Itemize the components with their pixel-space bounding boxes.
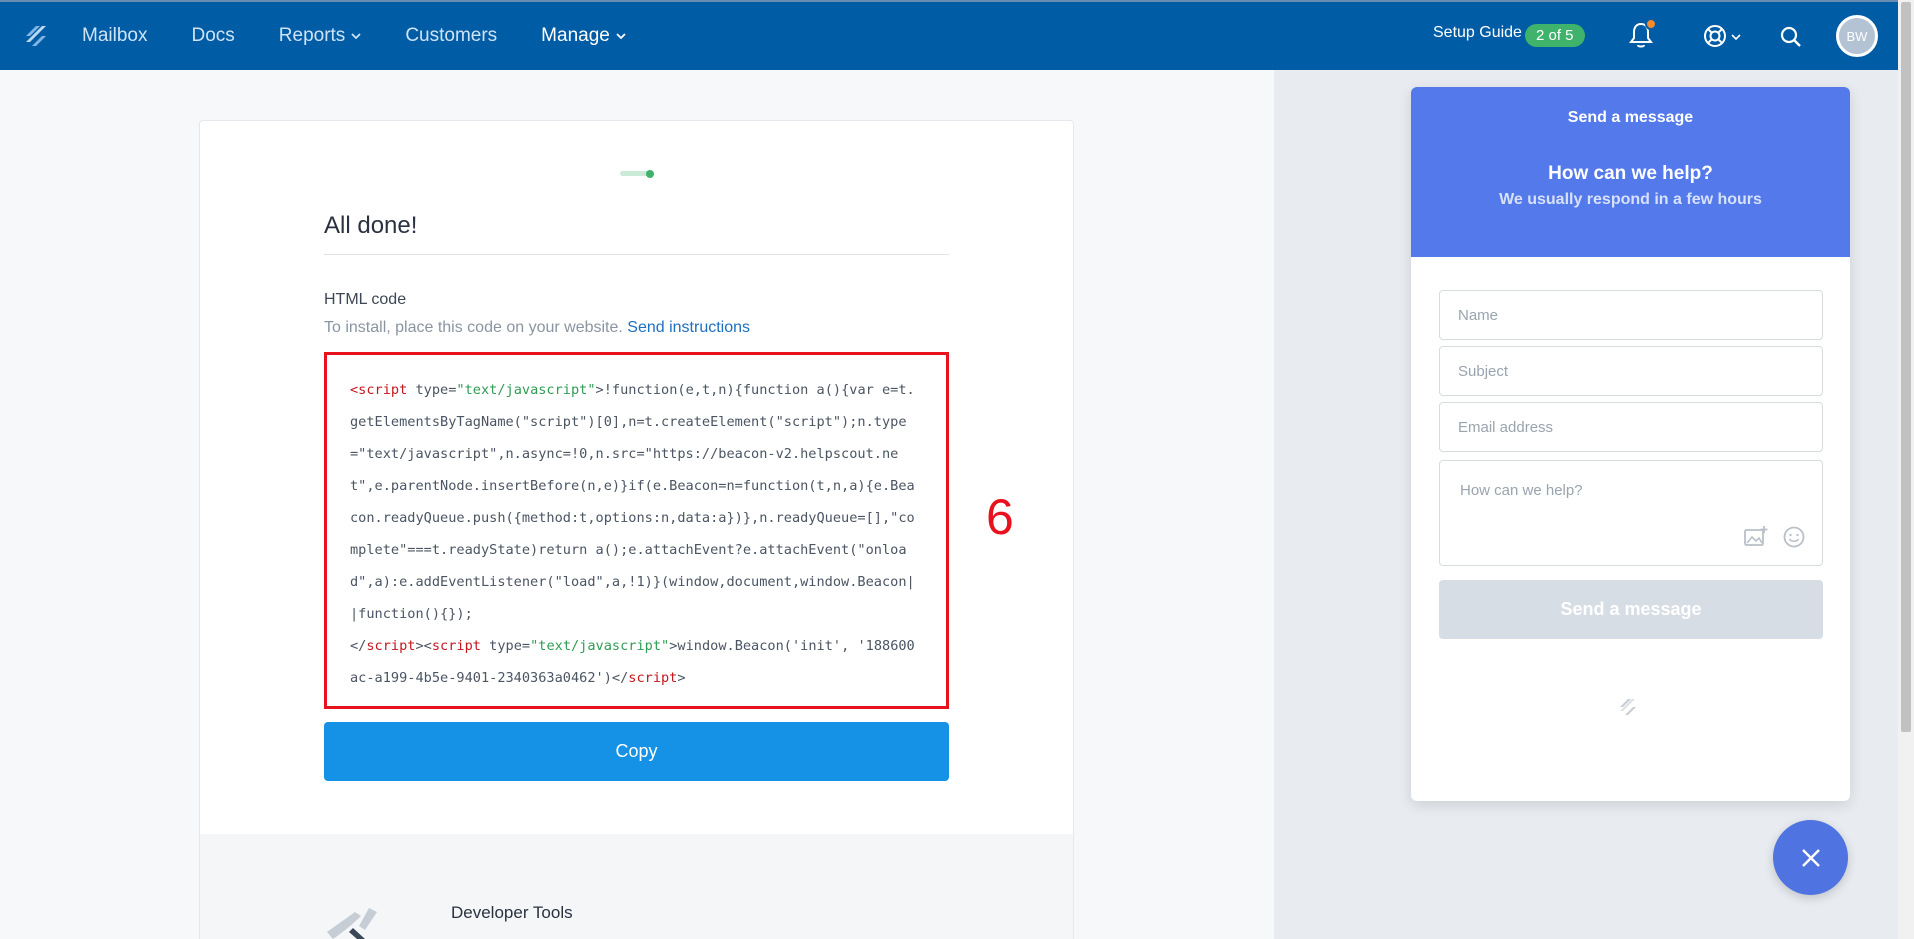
developer-tools-icon — [327, 908, 377, 939]
scrollbar-thumb[interactable] — [1901, 2, 1911, 732]
title-divider — [324, 254, 949, 255]
notification-dot — [1645, 18, 1657, 30]
code-token: t",e.parentNode.insertBefore(n,e)}if(e.B… — [350, 478, 915, 494]
install-hint-text: To install, place this code on your webs… — [324, 319, 623, 336]
emoji-icon[interactable] — [1783, 526, 1805, 548]
code-token: script — [628, 670, 678, 686]
code-line: getElementsByTagName("script")[0],n=t.cr… — [350, 406, 924, 438]
code-token: script — [431, 638, 481, 654]
code-token: <script — [350, 382, 408, 398]
code-token: > — [677, 670, 686, 686]
code-line: mplete"===t.readyState)return a();e.atta… — [350, 534, 924, 566]
main-nav: Mailbox Docs Reports Customers Manage — [82, 2, 670, 70]
code-token: mplete"===t.readyState)return a();e.atta… — [350, 542, 907, 558]
install-hint: To install, place this code on your webs… — [324, 319, 750, 337]
nav-mailbox-label: Mailbox — [82, 25, 148, 46]
code-token: ="text/javascript",n.async=!0,n.src="htt… — [350, 446, 899, 462]
code-token: >window.Beacon('init', '188600 — [669, 638, 915, 654]
beacon-widget: Send a message How can we help? We usual… — [1411, 87, 1850, 801]
code-token: ac-a199-4b5e-9401-2340363a0462')</ — [350, 670, 629, 686]
nav-customers[interactable]: Customers — [405, 25, 497, 47]
html-code-box[interactable]: <script type="text/javascript">!function… — [324, 352, 949, 709]
code-token: d",a):e.addEventListener("load",a,!1)}(w… — [350, 574, 915, 590]
add-image-icon[interactable] — [1744, 525, 1768, 547]
nav-reports-label: Reports — [278, 25, 346, 46]
code-token: "text/javascript" — [530, 638, 670, 654]
code-line: con.readyQueue.push({method:t,options:n,… — [350, 502, 924, 534]
nav-manage-label: Manage — [541, 25, 610, 46]
code-token: >!function(e,t,n){function a(){var e=t. — [595, 382, 915, 398]
avatar[interactable]: BW — [1836, 15, 1878, 57]
chevron-down-icon — [351, 33, 361, 40]
setup-guide-progress-badge[interactable]: 2 of 5 — [1525, 24, 1585, 47]
helpscout-brand-icon — [1620, 699, 1636, 715]
annotation-number: 6 — [986, 489, 1014, 545]
email-field[interactable]: Email address — [1439, 402, 1823, 452]
code-line: ac-a199-4b5e-9401-2340363a0462')</script… — [350, 662, 924, 694]
nav-reports[interactable]: Reports — [279, 25, 362, 47]
message-field[interactable]: How can we help? — [1439, 460, 1823, 566]
subject-field[interactable]: Subject — [1439, 346, 1823, 396]
code-line: |function(){}); — [350, 598, 924, 630]
code-token: type= — [480, 638, 531, 654]
code-token: script — [366, 638, 416, 654]
top-navigation-bar: Mailbox Docs Reports Customers Manage — [0, 0, 1898, 70]
html-code-label: HTML code — [324, 291, 407, 308]
send-message-button[interactable]: Send a message — [1439, 580, 1823, 639]
helpscout-logo-icon[interactable] — [22, 22, 50, 50]
nav-docs[interactable]: Docs — [191, 25, 234, 47]
code-token: con.readyQueue.push({method:t,options:n,… — [350, 510, 915, 526]
close-icon — [1801, 848, 1820, 867]
nav-customers-label: Customers — [405, 25, 498, 46]
beacon-header-title: Send a message — [1567, 109, 1694, 126]
code-token: type= — [407, 382, 457, 398]
beacon-close-button[interactable] — [1773, 820, 1848, 895]
code-line: <script type="text/javascript">!function… — [350, 374, 924, 406]
code-token: </ — [350, 638, 367, 654]
code-line: </script><script type="text/javascript">… — [350, 630, 924, 662]
code-line: d",a):e.addEventListener("load",a,!1)}(w… — [350, 566, 924, 598]
send-instructions-link[interactable]: Send instructions — [627, 319, 750, 336]
lifebuoy-icon[interactable] — [1703, 24, 1727, 48]
code-token: |function(){}); — [350, 606, 473, 622]
page-title: All done! — [324, 212, 418, 239]
nav-mailbox[interactable]: Mailbox — [82, 25, 147, 47]
code-line: t",e.parentNode.insertBefore(n,e)}if(e.B… — [350, 470, 924, 502]
code-token: "text/javascript" — [456, 382, 596, 398]
developer-tools-title: Developer Tools — [451, 903, 573, 922]
setup-guide-link[interactable]: Setup Guide — [1433, 24, 1522, 42]
code-token: getElementsByTagName("script")[0],n=t.cr… — [350, 414, 907, 430]
step-progress-indicator — [646, 170, 654, 178]
nav-docs-label: Docs — [191, 25, 235, 46]
search-icon[interactable] — [1780, 26, 1802, 48]
copy-button[interactable]: Copy — [324, 722, 949, 781]
chevron-down-icon — [616, 33, 626, 40]
name-field[interactable]: Name — [1439, 290, 1823, 340]
nav-manage[interactable]: Manage — [541, 25, 626, 47]
code-token: >< — [415, 638, 432, 654]
beacon-subtitle: We usually respond in a few hours — [1499, 191, 1762, 208]
chevron-down-icon[interactable] — [1731, 32, 1741, 42]
code-line: ="text/javascript",n.async=!0,n.src="htt… — [350, 438, 924, 470]
beacon-question: How can we help? — [1548, 163, 1713, 184]
